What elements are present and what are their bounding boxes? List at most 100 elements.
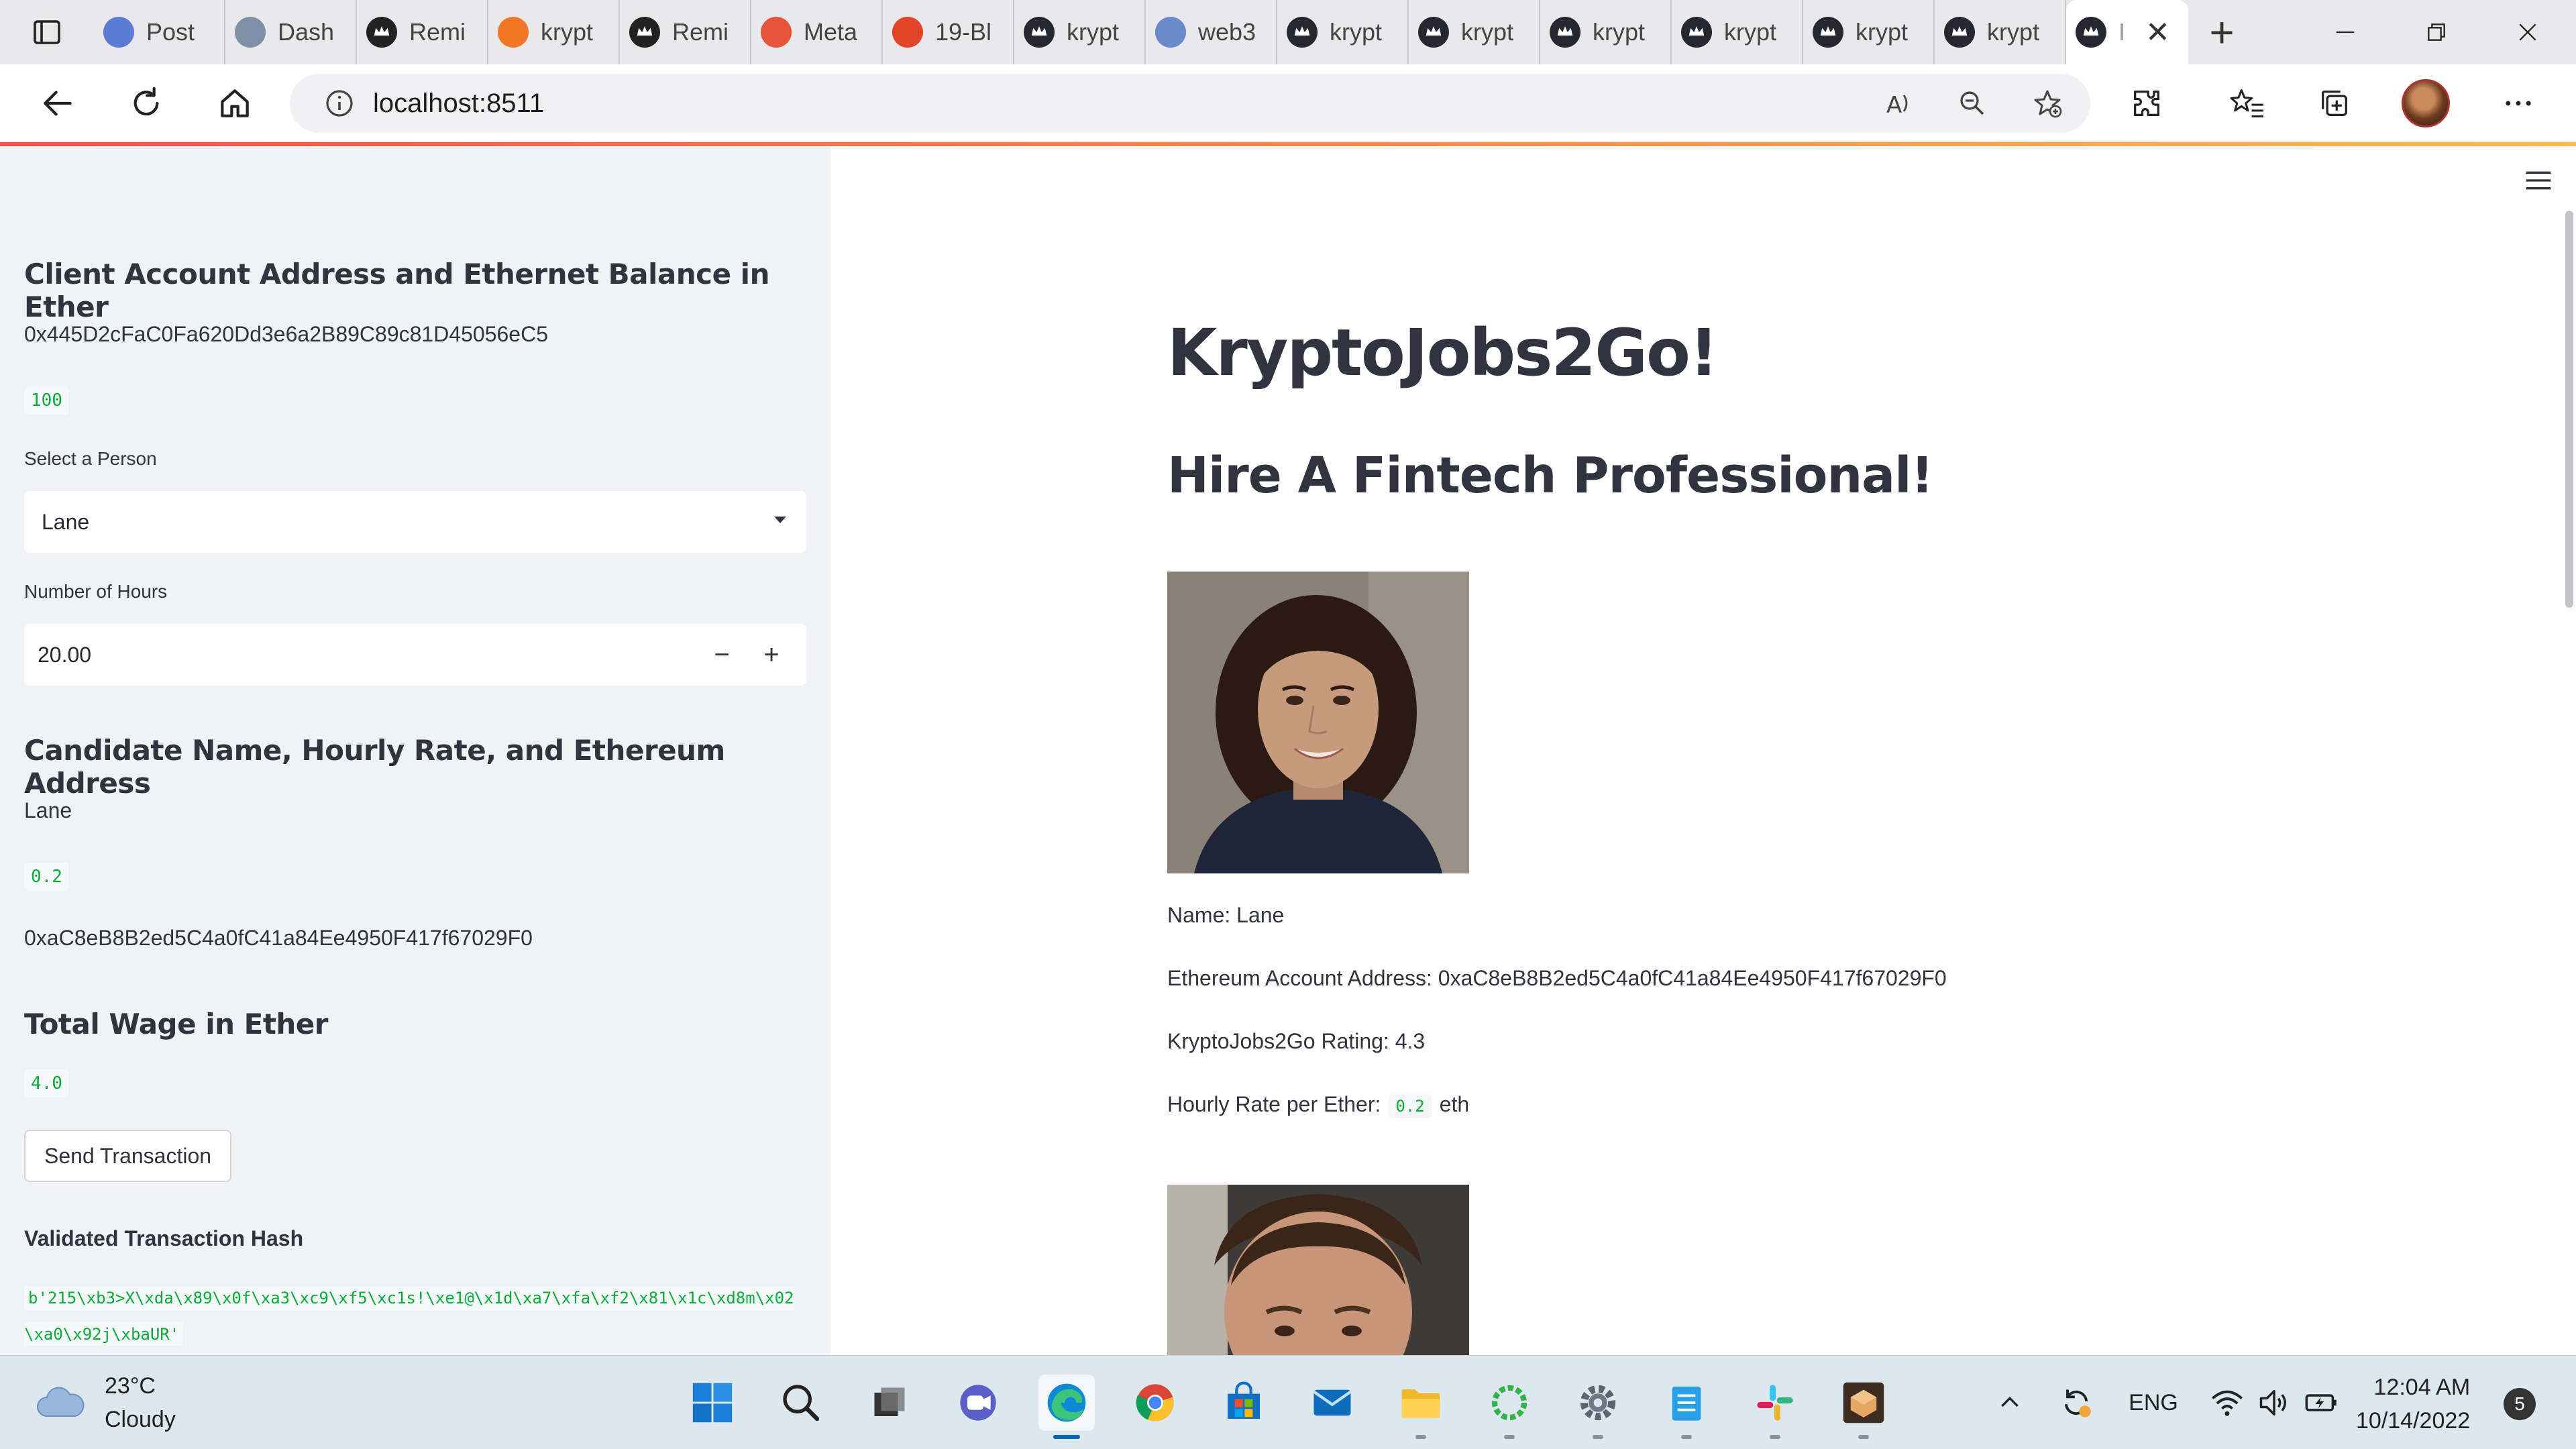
chevron-up-icon	[2001, 1396, 2019, 1407]
active-indicator	[1053, 1435, 1080, 1439]
tab-11[interactable]: krypt	[1409, 0, 1540, 64]
streamlit-crown-icon	[1287, 17, 1318, 48]
browser-toolbar: localhost:8511 A	[0, 64, 2576, 142]
battery-charging-icon	[2305, 1394, 2337, 1411]
tab-9[interactable]: web3	[1146, 0, 1277, 64]
chrome-taskbar-button[interactable]	[1127, 1375, 1183, 1431]
weather-widget[interactable]: 23°C Cloudy	[34, 1369, 176, 1436]
select-person-value: Lane	[42, 509, 90, 534]
tab-10[interactable]: krypt	[1277, 0, 1409, 64]
candidate-photo	[1167, 572, 1469, 873]
store-taskbar-button[interactable]	[1216, 1375, 1272, 1431]
show-hidden-icons-button[interactable]	[1990, 1383, 2030, 1423]
streamlit-crown-icon	[1550, 17, 1580, 48]
file-explorer-taskbar-button[interactable]	[1393, 1375, 1449, 1439]
clock[interactable]: 12:04 AM 10/14/2022	[2356, 1371, 2470, 1438]
hours-stepper[interactable]: 20.00 − +	[24, 624, 806, 686]
teams-chat-button[interactable]	[950, 1375, 1006, 1431]
tab-12[interactable]: krypt	[1540, 0, 1672, 64]
profile-avatar[interactable]	[2402, 79, 2450, 127]
site-info-icon[interactable]	[319, 83, 360, 123]
sync-icon	[2064, 1389, 2091, 1417]
puzzle-icon	[2134, 91, 2159, 116]
tab-8[interactable]: krypt	[1014, 0, 1146, 64]
back-arrow-icon	[44, 91, 72, 115]
tab-13[interactable]: krypt	[1672, 0, 1803, 64]
tab-1[interactable]: Post	[94, 0, 225, 64]
hamburger-menu-icon[interactable]	[2525, 170, 2552, 191]
tab-label: I	[2118, 18, 2126, 46]
task-view-button[interactable]	[861, 1375, 918, 1431]
notepad-taskbar-button[interactable]	[1658, 1375, 1715, 1439]
battery-button[interactable]	[2301, 1383, 2341, 1423]
running-indicator	[1858, 1435, 1869, 1439]
account-address: 0x445D2cFaC0Fa620Dd3e6a2B89C89c81D45056e…	[24, 322, 548, 346]
tab-active[interactable]: I ✕	[2066, 0, 2188, 64]
tab-label: Dash	[278, 18, 335, 46]
increment-button[interactable]: +	[747, 624, 796, 686]
tab-4[interactable]: krypt	[488, 0, 620, 64]
candidate-name-line: Name: Lane	[1167, 903, 1285, 927]
weather-temp: 23°C	[105, 1373, 156, 1399]
collections-icon	[2322, 91, 2347, 116]
extensions-button[interactable]	[2127, 83, 2167, 123]
decrement-button[interactable]: −	[698, 624, 746, 686]
github-icon	[629, 17, 660, 48]
add-favorite-icon[interactable]	[2027, 83, 2068, 123]
volume-button[interactable]	[2254, 1383, 2294, 1423]
account-heading: Client Account Address and Ethernet Bala…	[24, 258, 769, 323]
tab-14[interactable]: krypt	[1803, 0, 1935, 64]
restore-button[interactable]	[2391, 0, 2482, 64]
back-button[interactable]	[13, 64, 102, 142]
search-icon	[783, 1385, 820, 1421]
favorites-button[interactable]	[2227, 83, 2267, 123]
language-indicator[interactable]: ENG	[2120, 1383, 2187, 1423]
tab-label: 19-Bl	[935, 18, 992, 46]
start-button[interactable]	[684, 1375, 741, 1431]
loader-app-taskbar-button[interactable]	[1481, 1375, 1538, 1439]
select-person-dropdown[interactable]: Lane	[24, 491, 806, 553]
task-view-icon	[874, 1387, 905, 1416]
wifi-button[interactable]	[2207, 1383, 2247, 1423]
tab-7[interactable]: 19-Bl	[883, 0, 1014, 64]
close-window-button[interactable]	[2482, 0, 2573, 64]
scrollbar[interactable]	[2563, 146, 2576, 1355]
home-button[interactable]	[191, 64, 279, 142]
zoom-icon[interactable]	[1952, 83, 1992, 123]
postman-icon	[103, 17, 134, 48]
edge-taskbar-button[interactable]	[1038, 1375, 1095, 1439]
slack-taskbar-button[interactable]	[1747, 1375, 1803, 1439]
tab-2[interactable]: Dash	[225, 0, 357, 64]
tab-close-icon[interactable]: ✕	[2145, 15, 2170, 50]
rate-value: 0.2	[1389, 1094, 1432, 1118]
new-tab-button[interactable]: +	[2188, 0, 2255, 64]
settings-taskbar-button[interactable]	[1570, 1375, 1626, 1439]
notification-badge[interactable]: 5	[2504, 1388, 2536, 1420]
gear-icon	[1580, 1385, 1616, 1421]
tab-5[interactable]: Remi	[620, 0, 751, 64]
sidebar: Client Account Address and Ethernet Bala…	[0, 146, 830, 1355]
clock-date: 10/14/2022	[2356, 1408, 2471, 1434]
taskbar-search-button[interactable]	[773, 1375, 829, 1431]
refresh-button[interactable]	[102, 64, 191, 142]
ganache-taskbar-button[interactable]	[1835, 1375, 1892, 1439]
read-aloud-icon[interactable]: A	[1880, 83, 1920, 123]
tab-6[interactable]: Meta	[751, 0, 883, 64]
taskbar: 23°C Cloudy ENG 12:04 AM 10/14/2022 5	[0, 1355, 2576, 1449]
settings-more-button[interactable]	[2498, 83, 2538, 123]
svg-text:A: A	[1886, 92, 1902, 119]
mail-taskbar-button[interactable]	[1304, 1375, 1360, 1431]
hours-input[interactable]: 20.00	[38, 643, 91, 667]
tab-actions-icon	[34, 20, 60, 44]
tab-actions-button[interactable]	[0, 0, 94, 64]
sync-tray-button[interactable]	[2053, 1383, 2100, 1423]
streamlit-crown-icon	[1944, 17, 1975, 48]
tab-15[interactable]: krypt	[1935, 0, 2066, 64]
tab-3[interactable]: Remi	[357, 0, 488, 64]
rate-suffix: eth	[1439, 1092, 1470, 1116]
minimize-button[interactable]	[2300, 0, 2391, 64]
collections-button[interactable]	[2314, 83, 2355, 123]
address-bar[interactable]: localhost:8511 A	[290, 74, 2090, 133]
send-transaction-button[interactable]: Send Transaction	[24, 1130, 232, 1182]
scrollbar-thumb[interactable]	[2565, 211, 2573, 608]
